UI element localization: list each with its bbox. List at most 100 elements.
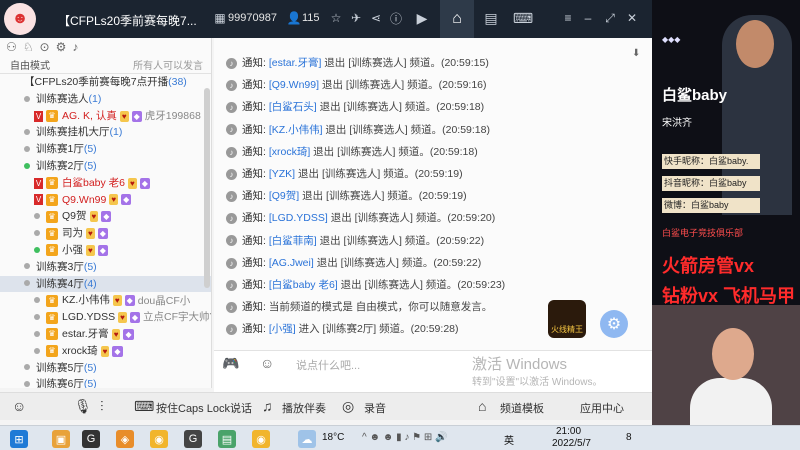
app-center-button[interactable]: 应用中心 [580,400,624,416]
template-icon[interactable]: ⌂ [478,398,486,414]
equalizer-icon[interactable]: ⫶ [100,398,104,415]
webcam-face [712,328,754,380]
message-nick[interactable]: [xrock琦] [269,146,310,158]
template-button[interactable]: 频道模板 [500,400,544,416]
keyboard-icon[interactable]: ⌨ [134,398,154,415]
yy-client-window: ☻ 【CFPLs20季前赛每晚7... ▦ 99970987 👤 115 ☆ ✈… [0,0,652,425]
contacts-icon[interactable]: ⚇ [6,40,17,54]
user-row[interactable]: ♛ 司为 ♥ ◆ [0,225,211,242]
close-icon[interactable]: ✕ [624,10,640,26]
settings-icon[interactable]: ⚙ [56,40,67,54]
sidebar-scrollbar[interactable] [204,88,210,288]
minimize-icon[interactable]: – [580,10,596,26]
crown-icon: ♛ [46,311,58,324]
message-nick[interactable]: [白鲨石头] [269,101,317,113]
message-nick[interactable]: [YZK] [269,168,295,180]
clock-time[interactable]: 21:00 [556,426,581,437]
user-row[interactable]: ♛ xrock琦 ♥ ◆ [0,343,211,360]
user-row[interactable]: ♛ Q9贺 ♥ ◆ [0,208,211,225]
channel-logo[interactable]: ☻ [4,3,36,35]
user-row[interactable]: ♛ 小强 ♥ ◆ [0,242,211,259]
user-row[interactable]: V ♛ Q9.Wn99 ♥ ◆ [0,192,211,209]
message-time: (20:59:22) [433,256,482,269]
message-time: (20:59:23) [457,279,506,291]
crown-icon: ♛ [46,193,58,206]
channel-row[interactable]: 训练赛3厅(5) [0,259,211,276]
user-row[interactable]: ♛ KZ.小伟伟 ♥ ◆ dou晶CF小 [0,292,211,309]
channel-row[interactable]: 训练赛5厅(5) [0,360,211,377]
chat-message: ♪ 通知: [AG.Jwei] 退出 [训练赛选人] 频道。(20:59:22) [226,255,481,270]
windows-start-icon[interactable]: ⊞ [10,430,28,448]
menu-icon[interactable]: ≡ [560,10,576,26]
message-nick[interactable]: [小强] [269,323,296,335]
weather-temp[interactable]: 18°C [322,432,344,443]
home-icon[interactable]: ⌂ [440,0,474,38]
webcam-shirt [690,378,772,425]
tray-icons[interactable]: ^ ☻ ☻ ▮ ♪ ⚑ ⊞ 🔊 [362,432,447,443]
gamepad-icon[interactable]: 🎮 [222,355,239,372]
message-nick[interactable]: [白鲨baby 老6] [269,279,338,291]
app-g-icon[interactable]: G [82,430,100,448]
yy-icon[interactable]: ◉ [150,430,168,448]
user-row[interactable]: V ♛ AG. K, 认真 ♥ ◆ 虎牙199868 [0,108,211,125]
input-language[interactable]: 英 [504,432,514,447]
emoji-icon[interactable]: ☺ [260,355,274,371]
share-icon[interactable]: ⋖ [368,10,384,26]
mic-icon[interactable]: 🎙 [74,398,92,415]
user-row[interactable]: ♛ estar.牙膏 ♥ ◆ [0,326,211,343]
channel-row[interactable]: 训练赛选人(1) [0,91,211,108]
music-icon[interactable]: ♫ [262,398,273,414]
file-explorer-icon[interactable]: ▣ [52,430,70,448]
info-icon[interactable]: ⓘ [388,10,404,26]
user-row[interactable]: ♛ LGD.YDSS♥◆立点CF宇大帅YDS [0,309,211,326]
message-nick[interactable]: [AG.Jwei] [269,257,314,269]
user-row[interactable]: V ♛ 白鲨baby 老6 ♥ ◆ [0,175,211,192]
record-button[interactable]: 录音 [364,400,386,416]
app-green-icon[interactable]: ▤ [218,430,236,448]
message-nick[interactable]: [KZ.小伟伟] [269,124,323,136]
list-icon[interactable]: ▤ [483,10,499,26]
star-icon[interactable]: ☆ [328,10,344,26]
speaker-icon[interactable]: ♪ [72,40,78,54]
message-nick[interactable]: [Q9贺] [269,190,299,202]
gamepad-icon[interactable]: ⌨ [513,10,533,26]
message-nick[interactable]: [estar.牙膏] [269,57,322,69]
mode-label[interactable]: 自由模式 [10,57,50,72]
plane-icon[interactable]: ✈ [348,10,364,26]
channel-row[interactable]: 训练赛6厅(5) [0,376,211,388]
location-icon[interactable]: ⊙ [40,40,50,54]
record-icon[interactable]: ◎ [342,398,354,415]
message-input[interactable]: 说点什么吧... [296,357,360,373]
yy2-icon[interactable]: ◉ [252,430,270,448]
pin-icon[interactable]: ⬇ [632,48,644,60]
mode-row[interactable]: 自由模式 所有人可以发言 [0,56,211,74]
channel-row-top[interactable]: 【CFPLs20季前赛每晚7点开播(38) [0,74,211,91]
input-bar: 🎮 ☺ 说点什么吧... 激活 Windows 转到"设置"以激活 Window… [214,350,652,392]
app-g2-icon[interactable]: G [184,430,202,448]
channel-row[interactable]: 训练赛4厅(4) [0,275,211,293]
channel-row[interactable]: 训练赛2厅(5) [0,158,211,175]
channel-title[interactable]: 【CFPLs20季前赛每晚7... [58,12,198,29]
notification-count[interactable]: 8 [626,432,632,443]
chat-settings-icon[interactable]: ⚙ [600,310,628,338]
notice-label: 通知: [242,123,266,136]
channel-row[interactable]: 训练赛挂机大厅(1) [0,124,211,141]
music-button[interactable]: 播放伴奏 [282,400,326,416]
message-nick[interactable]: [LGD.YDSS] [269,212,328,224]
face-icon[interactable]: ☺ [12,398,26,414]
room-id: 99970987 [228,12,277,24]
message-nick[interactable]: [白鲨菲南] [269,235,317,247]
video-icon[interactable]: ▶ [414,10,430,26]
cf-badge[interactable]: 火线精王 [548,300,586,338]
group-icon[interactable]: ♘ [23,40,34,54]
crown-icon: ♛ [46,345,58,358]
notice-label: 通知: [242,301,266,314]
clock-date[interactable]: 2022/5/7 [552,438,591,449]
app-orange-icon[interactable]: ◈ [116,430,134,448]
notice-label: 通知: [242,323,266,336]
message-nick[interactable]: [Q9.Wn99] [269,79,319,91]
maximize-icon[interactable]: ⤢ [602,10,618,26]
caps-talk-button[interactable]: 按住Caps Lock说话 [156,400,252,416]
channel-row[interactable]: 训练赛1厅(5) [0,141,211,158]
chat-message: ♪ 通知: [YZK] 退出 [训练赛选人] 频道。(20:59:19) [226,166,463,181]
